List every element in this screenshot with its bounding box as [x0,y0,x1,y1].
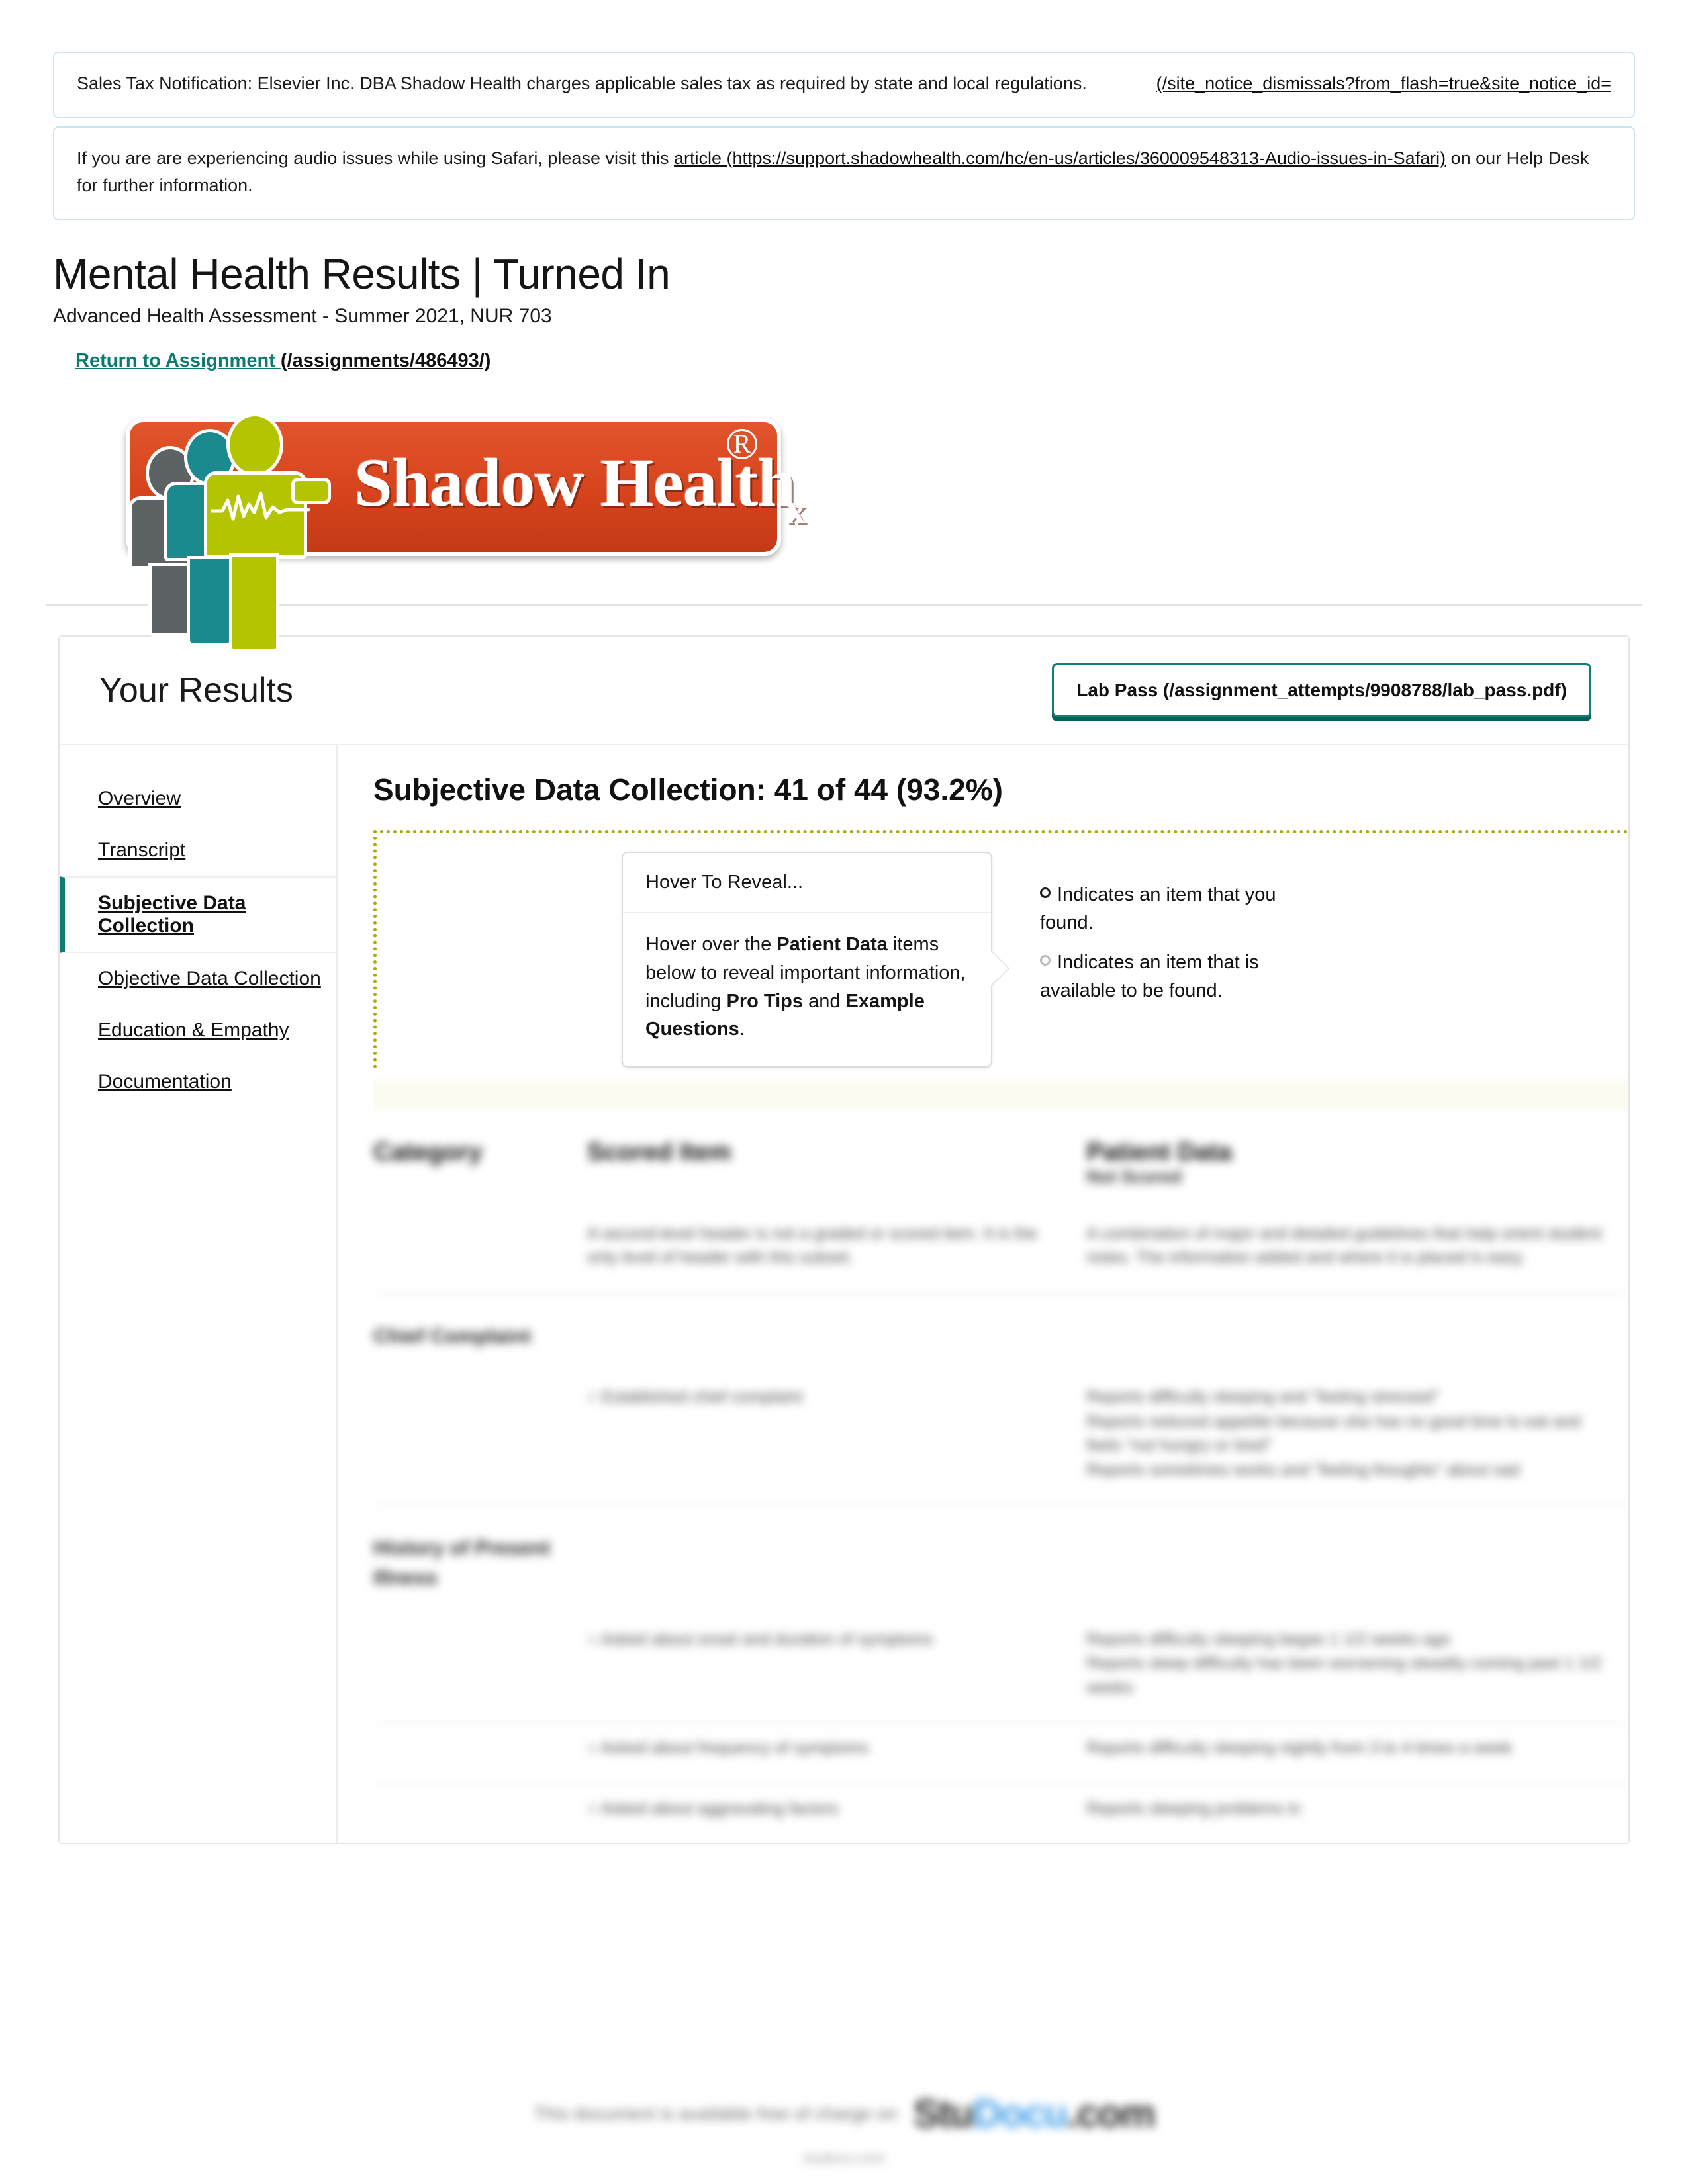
studocu-logo-part-b: Docu [973,2091,1068,2136]
table-header-scored-item: Scored Item [587,1138,731,1166]
patient-data-1-1: Reports difficulty sleeping nightly from… [1086,1739,1513,1758]
table-row: A second-level header is not a graded or… [373,1210,1628,1293]
callout-bold-pro-tips: Pro Tips [726,990,804,1012]
your-results-card: Your Results Lab Pass (/assignment_attem… [58,635,1630,1845]
hover-to-reveal-callout: Hover To Reveal... Hover over the Patien… [622,851,1008,1068]
safari-audio-notice-text: If you are are experiencing audio issues… [77,145,1611,199]
return-row: Return to Assignment (/assignments/48649… [75,350,1635,372]
results-card-body: Overview Transcript Subjective Data Coll… [60,745,1628,1844]
callout-text-1: Hover over the [645,933,777,955]
watermark-text: This document is available free of charg… [533,2103,898,2124]
hover-reveal-row: Hover To Reveal... Hover over the Patien… [377,851,1628,1068]
sidebar-item-objective-data-collection[interactable]: Objective Data Collection [60,953,336,1005]
return-to-assignment-link[interactable]: Return to Assignment [75,350,281,371]
legend-found-text: Indicates an item that you found. [1040,884,1276,934]
registered-trademark-icon: R [727,428,757,459]
callout-text-3: and [803,990,846,1012]
table-header-patient-data-label: Patient Data [1086,1138,1232,1166]
logo-wordmark-text: Shadow Health [354,444,796,521]
header-divider [46,604,1642,606]
watermark-subtext: studocu.com [802,2150,886,2166]
found-indicator-icon: ○ [587,1799,598,1818]
callout-body: Hover over the Patient Data items below … [623,913,991,1067]
sales-tax-notice: Sales Tax Notification: Elsevier Inc. DB… [53,52,1635,119]
section-heading: Subjective Data Collection: 41 of 44 (93… [373,772,1003,807]
sidebar-item-transcript-label: Transcript [98,839,186,861]
hover-reveal-zone: Hover To Reveal... Hover over the Patien… [373,829,1628,1068]
sidebar-item-documentation[interactable]: Documentation [60,1056,336,1108]
sidebar-item-subjective-data-collection-label: Subjective Data Collection [98,891,246,936]
studocu-logo-part-c: .com [1067,2091,1156,2136]
sidebar-item-education-empathy-label: Education & Empathy [98,1019,289,1041]
scored-item-0-0: ○ Established chief complaint [587,1388,803,1407]
available-indicator-icon [1040,955,1051,966]
scored-item-1-1: ○ Asked about frequency of symptoms [587,1739,869,1758]
lab-pass-button[interactable]: Lab Pass (/assignment_attempts/9908788/l… [1052,662,1591,717]
title-block: Mental Health Results | Turned In Advanc… [0,228,1688,372]
table-row: ○ Established chief complaint Reports di… [373,1373,1628,1505]
table-top-highlight-band [373,1074,1628,1115]
table-row: ○ Asked about aggravating factors Report… [373,1785,1628,1843]
callout-heading: Hover To Reveal... [623,853,991,913]
category-history-present-illness: History of Present Illness [373,1536,551,1590]
found-indicator-icon: ○ [587,1629,598,1649]
intro-scored-item: A second-level header is not a graded or… [587,1224,1037,1267]
table-header-row: Category Scored Item Patient Data Not Sc… [373,1129,1628,1210]
sidebar-item-documentation-label: Documentation [98,1070,232,1093]
callout-text-4: . [739,1019,745,1040]
brand-logo-wrap: Shadow Healthx R [0,372,1688,653]
sidebar-item-transcript[interactable]: Transcript [60,825,336,876]
legend-available-text: Indicates an item that is available to b… [1040,952,1259,1001]
scored-items-table: Category Scored Item Patient Data Not Sc… [373,1129,1628,1843]
site-notices: Sales Tax Notification: Elsevier Inc. DB… [0,0,1688,221]
patient-data-1-0: Reports difficulty sleeping began 1 1/2 … [1086,1629,1602,1697]
sales-tax-notice-text: Sales Tax Notification: Elsevier Inc. DB… [77,73,1087,93]
page-title: Mental Health Results | Turned In [53,250,671,298]
sidebar-item-education-empathy[interactable]: Education & Empathy [60,1005,336,1056]
legend-found-line: Indicates an item that you found. [1040,881,1305,937]
table-header-category: Category [373,1138,483,1166]
intro-patient-data: A combination of major and detailed guid… [1086,1224,1602,1267]
results-page: Sales Tax Notification: Elsevier Inc. DB… [0,0,1688,2184]
safari-article-link[interactable]: article (https://support.shadowhealth.co… [674,148,1446,168]
studocu-logo-part-a: Stu [913,2091,974,2136]
safari-notice-text-before: If you are are experiencing audio issues… [77,148,674,169]
callout-pointer-icon [991,950,1008,985]
patient-data-1-2: Reports sleeping problems in [1086,1799,1301,1818]
safari-audio-notice: If you are are experiencing audio issues… [53,126,1635,221]
results-card-header: Your Results Lab Pass (/assignment_attem… [60,637,1628,745]
sidebar-item-overview-label: Overview [98,787,181,809]
page-subtitle: Advanced Health Assessment - Summer 2021… [53,304,552,327]
results-main-column: Subjective Data Collection: 41 of 44 (93… [338,745,1628,1843]
results-card-title: Your Results [99,670,293,709]
sidebar-item-subjective-data-collection[interactable]: Subjective Data Collection [60,876,336,953]
table-header-patient-data-sub: Not Scored [1086,1166,1182,1187]
return-to-assignment-path[interactable]: (/assignments/486493/) [281,350,491,371]
callout-bold-patient-data: Patient Data [776,933,888,955]
studocu-watermark: This document is available free of charg… [0,2091,1688,2136]
table-row: ○ Asked about onset and duration of symp… [373,1615,1628,1723]
table-header-patient-data: Patient Data Not Scored [1086,1129,1628,1210]
scored-items-table-blurred: Category Scored Item Patient Data Not Sc… [373,1129,1628,1843]
scoring-legend: Indicates an item that you found. Indica… [1040,852,1305,1017]
found-indicator-icon: ○ [587,1739,598,1758]
studocu-logo: StuDocu.com [913,2091,1156,2136]
patient-data-0-0: Reports difficulty sleeping and "feeling… [1086,1388,1581,1479]
table-row: ○ Asked about frequency of symptoms Repo… [373,1724,1628,1784]
results-sidebar: Overview Transcript Subjective Data Coll… [60,745,338,1844]
scored-item-1-2: ○ Asked about aggravating factors [587,1799,839,1818]
legend-available-line: Indicates an item that is available to b… [1040,948,1305,1005]
logo-ekg-icon [211,492,310,521]
found-indicator-icon: ○ [587,1388,598,1407]
sidebar-item-objective-data-collection-label: Objective Data Collection [98,967,321,989]
table-category-row: History of Present Illness [373,1506,1628,1615]
table-category-row: Chief Complaint [373,1295,1628,1373]
sidebar-item-overview[interactable]: Overview [60,773,336,825]
logo-wordmark-subscript: x [787,490,806,531]
notice-dismiss-link[interactable]: (/site_notice_dismissals?from_flash=true… [1156,70,1611,97]
shadow-health-logo: Shadow Healthx R [126,406,806,653]
found-indicator-icon [1040,887,1051,898]
category-chief-complaint: Chief Complaint [373,1324,531,1347]
scored-item-1-0: ○ Asked about onset and duration of symp… [587,1629,933,1649]
